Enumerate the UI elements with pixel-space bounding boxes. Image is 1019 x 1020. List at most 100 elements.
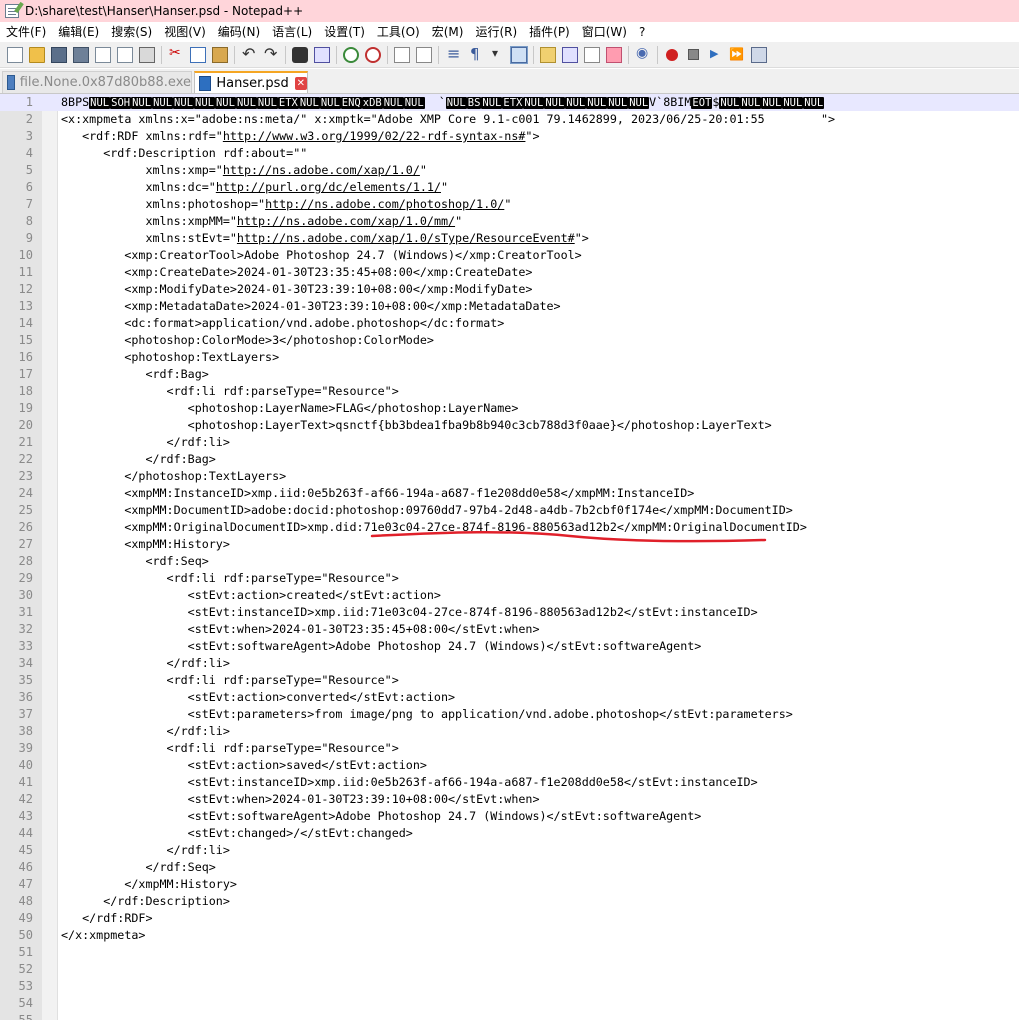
folder-workspace-icon[interactable] xyxy=(584,46,600,63)
code-line[interactable]: 30 <stEvt:action>created</stEvt:action> xyxy=(0,587,1019,604)
code-line[interactable]: 32 <stEvt:when>2024-01-30T23:35:45+08:00… xyxy=(0,621,1019,638)
code-line[interactable]: 33 <stEvt:softwareAgent>Adobe Photoshop … xyxy=(0,638,1019,655)
code-line[interactable]: 45 </rdf:li> xyxy=(0,842,1019,859)
play-macro-icon[interactable] xyxy=(707,47,723,63)
code-line[interactable]: 25 <xmpMM:DocumentID>adobe:docid:photosh… xyxy=(0,502,1019,519)
menu-item-12[interactable]: ? xyxy=(633,22,651,42)
code-line[interactable]: 49 </rdf:RDF> xyxy=(0,910,1019,927)
code-line[interactable]: 16 <photoshop:TextLayers> xyxy=(0,349,1019,366)
code-line[interactable]: 47 </xmpMM:History> xyxy=(0,876,1019,893)
code-line[interactable]: 24 <xmpMM:InstanceID>xmp.iid:0e5b263f-af… xyxy=(0,485,1019,502)
sync-horizontal-icon[interactable] xyxy=(416,46,432,63)
menu-item-3[interactable]: 视图(V) xyxy=(158,22,212,42)
url-link[interactable]: http://purl.org/dc/elements/1.1/ xyxy=(216,180,441,194)
code-line[interactable]: 20 <photoshop:LayerText>qsnctf{bb3bdea1f… xyxy=(0,417,1019,434)
code-line[interactable]: 4 <rdf:Description rdf:about="" xyxy=(0,145,1019,162)
url-link[interactable]: http://ns.adobe.com/xap/1.0/sType/Resour… xyxy=(237,231,575,245)
menu-item-0[interactable]: 文件(F) xyxy=(0,22,52,42)
menu-item-6[interactable]: 设置(T) xyxy=(318,22,371,42)
eye-icon[interactable] xyxy=(635,45,651,63)
show-all-chars-icon[interactable] xyxy=(467,45,483,63)
code-line[interactable]: 26 <xmpMM:OriginalDocumentID>xmp.did:71e… xyxy=(0,519,1019,536)
code-line[interactable]: 37 <stEvt:parameters>from image/png to a… xyxy=(0,706,1019,723)
code-line[interactable]: 15 <photoshop:ColorMode>3</photoshop:Col… xyxy=(0,332,1019,349)
function-list-icon[interactable] xyxy=(562,46,578,63)
code-line[interactable]: 23 </photoshop:TextLayers> xyxy=(0,468,1019,485)
code-line[interactable]: 8 xmlns:xmpMM="http://ns.adobe.com/xap/1… xyxy=(0,213,1019,230)
code-line[interactable]: 46 </rdf:Seq> xyxy=(0,859,1019,876)
menu-item-9[interactable]: 运行(R) xyxy=(469,22,523,42)
print-icon[interactable] xyxy=(139,46,155,63)
menu-item-5[interactable]: 语言(L) xyxy=(266,22,318,42)
code-line[interactable]: 22 </rdf:Bag> xyxy=(0,451,1019,468)
url-link[interactable]: http://ns.adobe.com/xap/1.0/mm/ xyxy=(237,214,455,228)
code-line[interactable]: 54 xyxy=(0,995,1019,1012)
find-icon[interactable] xyxy=(292,46,308,63)
dropdown-icon[interactable] xyxy=(489,46,505,63)
zoom-out-icon[interactable] xyxy=(365,46,381,63)
code-line[interactable]: 18 <rdf:li rdf:parseType="Resource"> xyxy=(0,383,1019,400)
code-line[interactable]: 51 xyxy=(0,944,1019,961)
code-line[interactable]: 5 xmlns:xmp="http://ns.adobe.com/xap/1.0… xyxy=(0,162,1019,179)
code-line[interactable]: 13 <xmp:MetadataDate>2024-01-30T23:39:10… xyxy=(0,298,1019,315)
menu-item-8[interactable]: 宏(M) xyxy=(426,22,470,42)
save-icon[interactable] xyxy=(51,46,67,63)
open-folder-icon[interactable] xyxy=(29,46,45,63)
code-line[interactable]: 28 <rdf:Seq> xyxy=(0,553,1019,570)
code-line[interactable]: 14 <dc:format>application/vnd.adobe.phot… xyxy=(0,315,1019,332)
code-line[interactable]: 38 </rdf:li> xyxy=(0,723,1019,740)
code-line[interactable]: 34 </rdf:li> xyxy=(0,655,1019,672)
code-line[interactable]: 31 <stEvt:instanceID>xmp.iid:71e03c04-27… xyxy=(0,604,1019,621)
url-link[interactable]: http://ns.adobe.com/xap/1.0/ xyxy=(223,163,420,177)
replace-icon[interactable] xyxy=(314,46,330,63)
code-line[interactable]: 21 </rdf:li> xyxy=(0,434,1019,451)
menu-item-11[interactable]: 窗口(W) xyxy=(576,22,633,42)
code-line[interactable]: 11 <xmp:CreateDate>2024-01-30T23:35:45+0… xyxy=(0,264,1019,281)
cut-icon[interactable] xyxy=(168,45,184,63)
menu-item-4[interactable]: 编码(N) xyxy=(212,22,266,42)
editor-area[interactable]: 1 8BPSNUL SOH NUL NUL NUL NUL NUL NUL NUL ETX NUL NU… xyxy=(0,94,1019,1020)
code-line[interactable]: 9 xmlns:stEvt="http://ns.adobe.com/xap/1… xyxy=(0,230,1019,247)
code-line[interactable]: 52 xyxy=(0,961,1019,978)
code-line[interactable]: 42 <stEvt:when>2024-01-30T23:39:10+08:00… xyxy=(0,791,1019,808)
url-link[interactable]: http://www.w3.org/1999/02/22-rdf-syntax-… xyxy=(223,129,526,143)
code-line[interactable]: 48 </rdf:Description> xyxy=(0,893,1019,910)
indent-guide-icon[interactable] xyxy=(510,45,528,64)
code-line[interactable]: 27 <xmpMM:History> xyxy=(0,536,1019,553)
menu-item-7[interactable]: 工具(O) xyxy=(371,22,426,42)
stop-macro-icon[interactable] xyxy=(688,49,699,60)
code-line[interactable]: 44 <stEvt:changed>/</stEvt:changed> xyxy=(0,825,1019,842)
document-map-icon[interactable] xyxy=(540,46,556,63)
save-macro-icon[interactable] xyxy=(751,46,767,63)
code-line[interactable]: 55 xyxy=(0,1012,1019,1020)
menu-item-1[interactable]: 编辑(E) xyxy=(52,22,105,42)
code-line[interactable]: 36 <stEvt:action>converted</stEvt:action… xyxy=(0,689,1019,706)
code-line[interactable]: 10 <xmp:CreatorTool>Adobe Photoshop 24.7… xyxy=(0,247,1019,264)
code-line[interactable]: 43 <stEvt:softwareAgent>Adobe Photoshop … xyxy=(0,808,1019,825)
copy-icon[interactable] xyxy=(190,46,206,63)
tab-file-none-exe[interactable]: file.None.0x87d80b88.exe xyxy=(2,71,192,93)
code-line[interactable]: 12 <xmp:ModifyDate>2024-01-30T23:39:10+0… xyxy=(0,281,1019,298)
code-line[interactable]: 1 8BPSNUL SOH NUL NUL NUL NUL NUL NUL NUL ETX NUL NU… xyxy=(0,94,1019,111)
code-line[interactable]: 7 xmlns:photoshop="http://ns.adobe.com/p… xyxy=(0,196,1019,213)
close-all-icon[interactable] xyxy=(117,46,133,63)
code-line[interactable]: 53 xyxy=(0,978,1019,995)
code-line[interactable]: 50 </x:xmpmeta> xyxy=(0,927,1019,944)
menu-item-2[interactable]: 搜索(S) xyxy=(105,22,158,42)
code-line[interactable]: 6 xmlns:dc="http://purl.org/dc/elements/… xyxy=(0,179,1019,196)
run-macro-multiple-icon[interactable] xyxy=(729,47,745,63)
new-file-icon[interactable] xyxy=(7,46,23,63)
code-line[interactable]: 41 <stEvt:instanceID>xmp.iid:0e5b263f-af… xyxy=(0,774,1019,791)
code-line[interactable]: 3 <rdf:RDF xmlns:rdf="http://www.w3.org/… xyxy=(0,128,1019,145)
menu-item-10[interactable]: 插件(P) xyxy=(523,22,576,42)
code-line[interactable]: 40 <stEvt:action>saved</stEvt:action> xyxy=(0,757,1019,774)
tab-close-icon[interactable]: ✕ xyxy=(294,76,307,90)
zoom-in-icon[interactable] xyxy=(343,46,359,63)
code-line[interactable]: 39 <rdf:li rdf:parseType="Resource"> xyxy=(0,740,1019,757)
code-line[interactable]: 2 <x:xmpmeta xmlns:x="adobe:ns:meta/" x:x… xyxy=(0,111,1019,128)
undo-icon[interactable] xyxy=(241,44,257,63)
sync-vertical-icon[interactable] xyxy=(394,46,410,63)
paste-icon[interactable] xyxy=(212,46,228,63)
record-macro-icon[interactable] xyxy=(666,48,678,61)
code-line[interactable]: 29 <rdf:li rdf:parseType="Resource"> xyxy=(0,570,1019,587)
